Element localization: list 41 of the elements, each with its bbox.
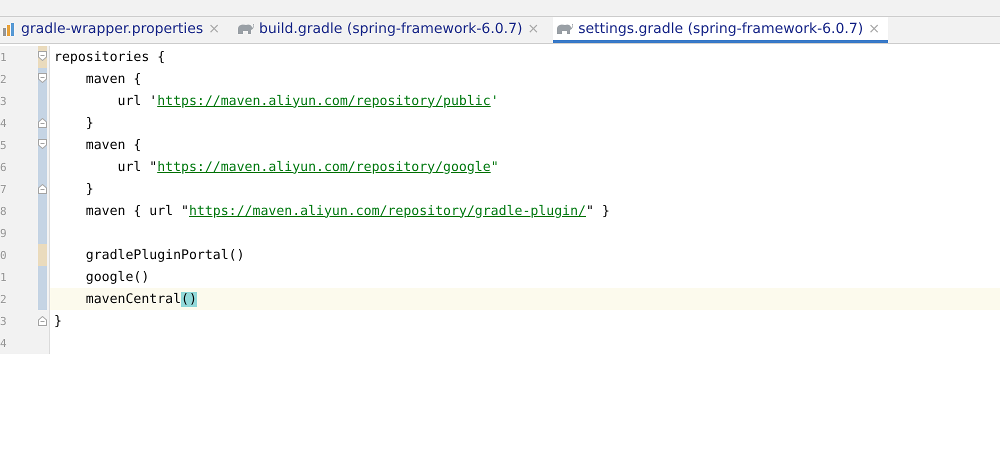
- code-line: repositories {: [53, 50, 166, 64]
- fold-icon[interactable]: [38, 184, 47, 194]
- tab-label: settings.gradle (spring-framework-6.0.7): [578, 20, 864, 36]
- code-line: url 'https://maven.aliyun.com/repository/public': [116, 94, 499, 108]
- fold-icon[interactable]: [38, 73, 47, 83]
- tab-label: gradle-wrapper.properties: [21, 20, 204, 36]
- line-number: 3: [0, 314, 8, 328]
- line-number: 4: [0, 116, 8, 130]
- line-number: 1: [0, 270, 8, 284]
- line-number: 8: [0, 204, 8, 218]
- fold-icon[interactable]: [38, 139, 47, 149]
- line-number: 6: [0, 160, 8, 174]
- editor-tab[interactable]: build.gradle (spring-framework-6.0.7) ×: [234, 17, 548, 43]
- line-number: 2: [0, 292, 8, 306]
- line-number: 2: [0, 72, 8, 86]
- code-line: maven { url "https://maven.aliyun.com/repository/gradle-plugin/" }: [84, 204, 610, 218]
- code-line: gradlePluginPortal(): [84, 248, 245, 262]
- code-line: maven {: [84, 138, 142, 152]
- line-number: 7: [0, 182, 8, 196]
- code-line: }: [53, 314, 62, 328]
- elephant-icon: [236, 22, 254, 34]
- code-line: maven {: [84, 72, 142, 86]
- code-line: mavenCentral(): [84, 292, 197, 306]
- line-number: 9: [0, 226, 8, 240]
- line-number: 3: [0, 94, 8, 108]
- fold-icon[interactable]: [38, 51, 47, 61]
- tab-label: build.gradle (spring-framework-6.0.7): [258, 20, 523, 36]
- editor-tab[interactable]: gradle-wrapper.properties ×: [0, 17, 228, 43]
- code-line: url "https://maven.aliyun.com/repository/google": [116, 160, 499, 174]
- editor-tab[interactable]: settings.gradle (spring-framework-6.0.7) ×: [553, 17, 888, 43]
- bar-chart-icon: [2, 22, 16, 36]
- line-number: 0: [0, 248, 8, 262]
- code-line: google(): [84, 270, 150, 284]
- code-line: }: [84, 116, 94, 130]
- fold-icon[interactable]: [38, 118, 47, 128]
- line-number: 1: [0, 50, 8, 64]
- line-number: 4: [0, 336, 8, 350]
- fold-icon[interactable]: [38, 316, 47, 326]
- elephant-icon: [555, 22, 574, 34]
- code-line: }: [84, 182, 94, 196]
- line-number: 5: [0, 138, 8, 152]
